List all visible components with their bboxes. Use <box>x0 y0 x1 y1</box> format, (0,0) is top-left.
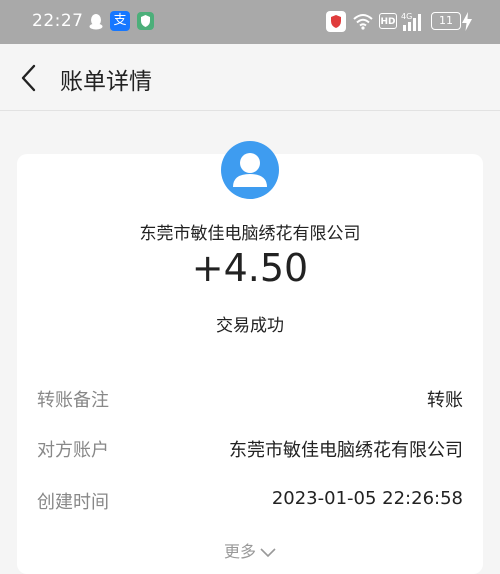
created-time-label: 创建时间 <box>37 492 109 513</box>
chevron-down-icon <box>260 547 276 557</box>
qq-icon <box>89 14 103 30</box>
network-type-label: 4G <box>401 12 412 21</box>
signal-icon: 4G <box>401 11 423 32</box>
page-title: 账单详情 <box>60 69 152 95</box>
alipay-icon: 支 <box>110 11 130 31</box>
created-time-value: 2023-01-05 22:26:58 <box>271 488 463 509</box>
shield-app-icon <box>137 12 154 30</box>
more-button[interactable]: 更多 <box>0 538 500 562</box>
counterparty-account-label: 对方账户 <box>37 440 109 461</box>
counterparty-name: 东莞市敏佳电脑绣花有限公司 <box>139 224 361 244</box>
security-icon <box>326 11 346 32</box>
charging-bolt-icon <box>462 12 472 31</box>
user-avatar-icon <box>221 141 279 199</box>
wifi-icon <box>353 14 373 30</box>
remark-value: 转账 <box>427 390 463 411</box>
transaction-status: 交易成功 <box>216 316 284 336</box>
remark-label: 转账备注 <box>37 390 109 411</box>
more-label: 更多 <box>223 542 256 561</box>
hd-icon: HD <box>379 13 397 29</box>
status-bar: 22:27 支 HD 4G 11 <box>0 0 500 44</box>
battery-icon: 11 <box>431 12 461 30</box>
status-time: 22:27 <box>32 11 84 31</box>
counterparty-account-value: 东莞市敏佳电脑绣花有限公司 <box>229 440 463 461</box>
nav-bar: 账单详情 <box>0 44 500 111</box>
transaction-amount: +4.50 <box>191 246 309 290</box>
chevron-left-icon[interactable] <box>18 63 40 93</box>
